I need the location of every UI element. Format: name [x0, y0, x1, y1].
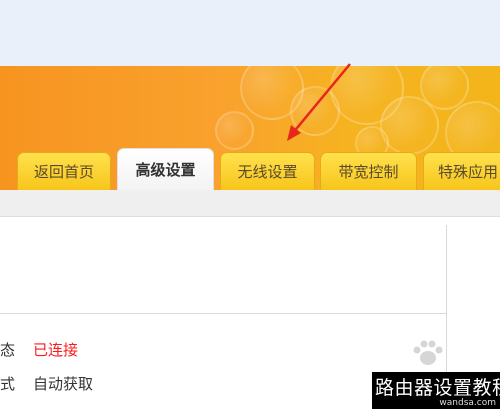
watermark-site: wandsa.com	[439, 398, 496, 408]
annotation-arrow-icon	[287, 63, 351, 141]
watermark-badge: 路由器设置教程 wandsa.com	[372, 372, 500, 409]
watermark-title: 路由器设置教程	[375, 377, 500, 399]
